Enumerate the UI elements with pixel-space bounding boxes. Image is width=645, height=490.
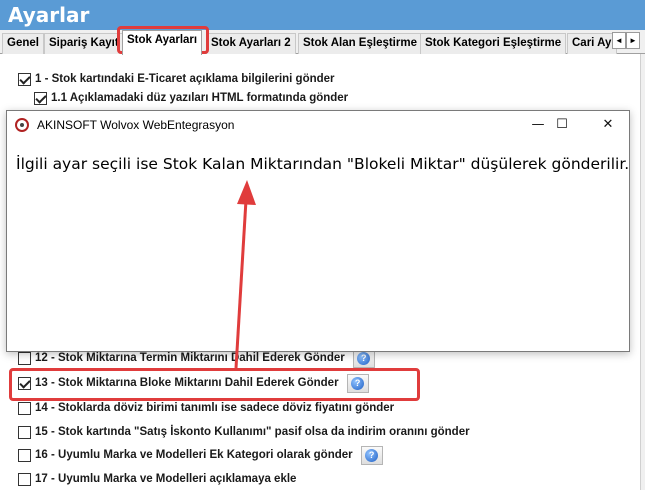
option-17-checkbox[interactable] [18, 472, 31, 486]
tab-stok-ayarlari-2[interactable]: Stok Ayarları 2 [206, 33, 296, 54]
option-17-aciklamaya-ekle[interactable]: 17 - Uyumlu Marka ve Modelleri açıklamay… [18, 470, 296, 488]
option-1-1-checkbox[interactable] [34, 91, 47, 105]
dialog-title: AKINSOFT Wolvox WebEntegrasyon [37, 118, 235, 132]
tab-genel[interactable]: Genel [2, 33, 44, 54]
option-13-label: 13 - Stok Miktarına Bloke Miktarını Dahi… [35, 377, 339, 389]
maximize-icon[interactable]: ☐ [539, 111, 585, 139]
option-14-checkbox[interactable] [18, 401, 31, 415]
help-icon: ? [365, 448, 379, 462]
option-12-label: 12 - Stok Miktarına Termin Miktarını Dah… [35, 352, 345, 364]
option-1-1-html-format[interactable]: 1.1 Açıklamadaki düz yazıları HTML forma… [34, 89, 348, 107]
tab-stok-ayarlari[interactable]: Stok Ayarları [122, 30, 203, 55]
window-right-edge [640, 54, 645, 490]
tab-strip: Genel Sipariş Kayıt Stok Ayarları Stok A… [0, 30, 645, 55]
tab-stok-alan-eslestirme[interactable]: Stok Alan Eşleştirme [298, 33, 422, 54]
tab-siparis-kayit[interactable]: Sipariş Kayıt [44, 33, 124, 54]
dialog-titlebar: AKINSOFT Wolvox WebEntegrasyon — ☐ ✕ [7, 111, 629, 139]
option-16-help-button[interactable]: ? [360, 445, 383, 465]
tab-cari-ayarlar[interactable]: Cari Ay [567, 33, 617, 54]
option-1-eticaret-aciklama[interactable]: 1 - Stok kartındaki E-Ticaret açıklama b… [18, 70, 335, 88]
option-15-checkbox[interactable] [18, 425, 31, 439]
option-16-checkbox[interactable] [18, 448, 31, 462]
akinsoft-logo-icon [15, 118, 29, 132]
info-dialog: AKINSOFT Wolvox WebEntegrasyon — ☐ ✕ İlg… [6, 110, 630, 352]
option-1-checkbox[interactable] [18, 72, 31, 86]
option-1-1-label: 1.1 Açıklamadaki düz yazıları HTML forma… [51, 92, 349, 104]
option-12-checkbox[interactable] [18, 351, 31, 365]
option-16-label: 16 - Uyumlu Marka ve Modelleri Ek Katego… [35, 449, 353, 461]
option-13-bloke-miktari[interactable]: 13 - Stok Miktarına Bloke Miktarını Dahi… [18, 373, 369, 393]
option-13-help-button[interactable]: ? [346, 373, 369, 393]
option-13-checkbox[interactable] [18, 376, 31, 390]
window-title: Ayarlar [8, 3, 90, 27]
help-icon: ? [357, 351, 371, 365]
option-17-label: 17 - Uyumlu Marka ve Modelleri açıklamay… [35, 473, 297, 485]
tab-scroll-left-icon[interactable]: ◄ [612, 32, 626, 49]
option-14-label: 14 - Stoklarda döviz birimi tanımlı ise … [35, 402, 395, 414]
tab-stok-kategori-eslestirme[interactable]: Stok Kategori Eşleştirme [420, 33, 567, 54]
option-1-label: 1 - Stok kartındaki E-Ticaret açıklama b… [35, 73, 335, 85]
option-14-doviz-fiyati[interactable]: 14 - Stoklarda döviz birimi tanımlı ise … [18, 399, 394, 417]
dialog-message: İlgili ayar seçili ise Stok Kalan Miktar… [16, 155, 630, 173]
help-icon: ? [351, 376, 365, 390]
close-icon[interactable]: ✕ [585, 111, 631, 139]
option-15-satis-iskonto[interactable]: 15 - Stok kartında "Satış İskonto Kullan… [18, 423, 470, 441]
window-titlebar: Ayarlar [0, 0, 645, 30]
tab-scroll-right-icon[interactable]: ► [626, 32, 640, 49]
option-16-ek-kategori[interactable]: 16 - Uyumlu Marka ve Modelleri Ek Katego… [18, 445, 383, 465]
option-15-label: 15 - Stok kartında "Satış İskonto Kullan… [35, 426, 470, 438]
